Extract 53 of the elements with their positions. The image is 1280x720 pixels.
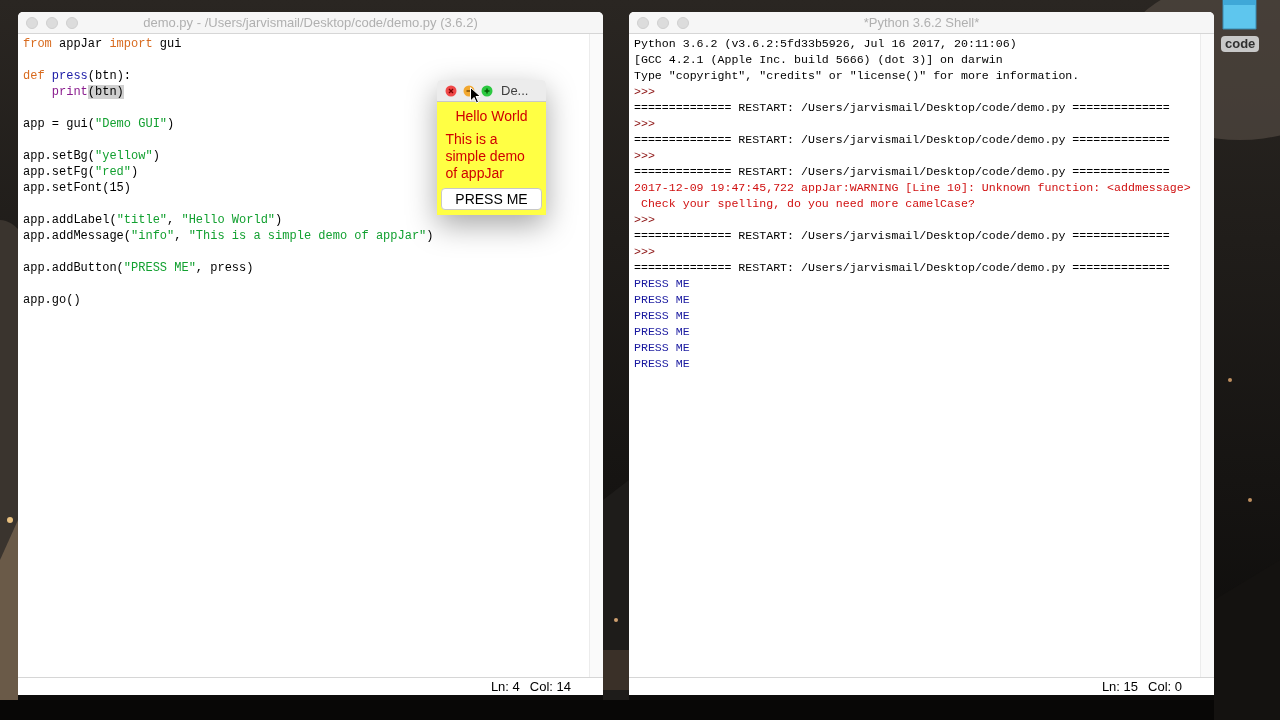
shell-line: ============== RESTART: /Users/jarvismail/Desktop/code/demo.py ============== [634, 228, 1170, 244]
code-line: print(btn) [50, 84, 124, 100]
shell-line: >>> [634, 244, 655, 260]
code-line: app.go() [23, 292, 81, 308]
code-line: app = gui("Demo GUI") [23, 116, 175, 132]
shell-line: Check your spelling, do you need more camelCase? [639, 196, 975, 212]
code-line: app.setFg("red") [23, 164, 139, 180]
window-control-icon[interactable] [657, 16, 669, 29]
code-line: from appJar import gui [23, 36, 182, 52]
window-control-icon[interactable] [26, 16, 38, 29]
window-control-icon[interactable] [637, 16, 649, 29]
shell-line: Python 3.6.2 (v3.6.2:5fd33b5926, Jul 16 2017, 20:11:06) [634, 36, 1017, 52]
code-line: def press(btn): [23, 68, 132, 84]
shell-line: PRESS ME [634, 276, 690, 292]
folder-icon[interactable] [1222, 0, 1259, 30]
code-line: app.setBg("yellow") [23, 148, 160, 164]
shell-line: >>> [634, 148, 655, 164]
shell-line: ============== RESTART: /Users/jarvismail/Desktop/code/demo.py ============== [634, 260, 1170, 276]
shell-line: Type "copyright", "credits" or "license()" for more information. [634, 68, 1080, 84]
column-status: Col: 14 [529, 677, 571, 695]
shell-line: >>> [634, 116, 655, 132]
shell-line: PRESS ME [634, 292, 690, 308]
code-line: app.addLabel("title", "Hello World") [23, 212, 283, 228]
window-control-icon[interactable] [66, 16, 78, 29]
shell-line: ============== RESTART: /Users/jarvismail/Desktop/code/demo.py ============== [634, 100, 1170, 116]
window-title: *Python 3.6.2 Shell* [863, 13, 980, 32]
shell-line: ============== RESTART: /Users/jarvismail/Desktop/code/demo.py ============== [634, 132, 1170, 148]
code-line: app.setFont(15) [23, 180, 132, 196]
code-line: app.addMessage("info", "This is a simple demo of appJar") [23, 228, 434, 244]
window-title: demo.py - /Users/jarvismail/Desktop/code/demo.py (3.6.2) [143, 13, 478, 32]
shell-line: 2017-12-09 19:47:45,722 appJar:WARNING [Line 10]: Unknown function: <addmessage> [634, 180, 1191, 196]
shell-line: [GCC 4.2.1 (Apple Inc. build 5666) (dot 3)] on darwin [634, 52, 1003, 68]
press-button[interactable]: PRESS ME [441, 188, 542, 210]
shell-line: >>> [634, 84, 655, 100]
info-message: This is a simple demo of appJar [445, 131, 526, 182]
window-control-icon[interactable] [677, 16, 689, 29]
shell-line: PRESS ME [634, 308, 690, 324]
window-control-icon[interactable] [46, 16, 58, 29]
shell-line: PRESS ME [634, 340, 690, 356]
window-title: De... [501, 81, 529, 100]
line-number-status: Ln: 15 [1101, 677, 1139, 695]
column-status: Col: 0 [1148, 677, 1182, 695]
line-number-status: Ln: 4 [490, 677, 520, 695]
close-icon[interactable] [445, 84, 457, 97]
shell-line: PRESS ME [634, 324, 690, 340]
title-label: Hello World [455, 107, 528, 125]
zoom-icon[interactable] [481, 84, 493, 97]
shell-line: >>> [634, 212, 655, 228]
folder-label[interactable]: code [1221, 36, 1260, 52]
code-line: app.addButton("PRESS ME", press) [23, 260, 254, 276]
shell-line: ============== RESTART: /Users/jarvismail/Desktop/code/demo.py ============== [634, 164, 1170, 180]
cursor-icon [470, 87, 481, 104]
shell-line: PRESS ME [634, 356, 690, 372]
